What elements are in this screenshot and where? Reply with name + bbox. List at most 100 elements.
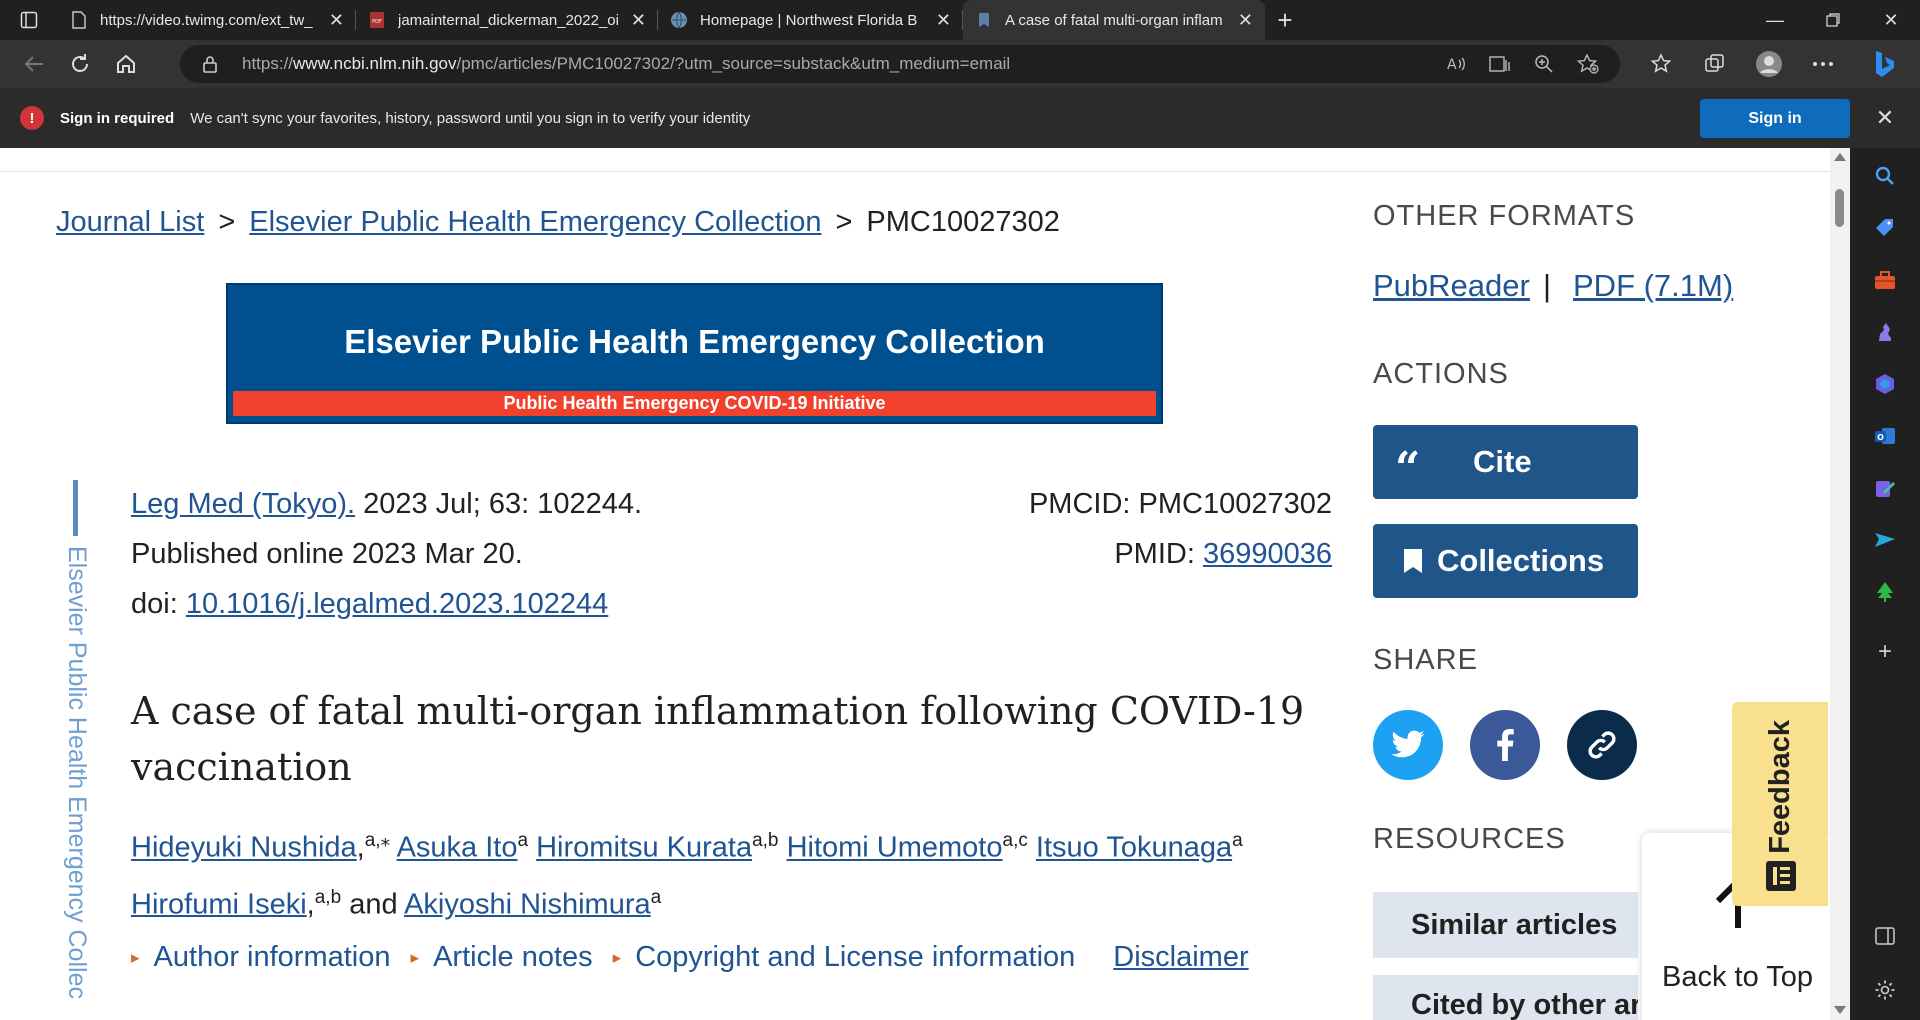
home-button[interactable] bbox=[104, 44, 148, 84]
tab-pdf[interactable]: PDF jamainternal_dickerman_2022_oi ✕ bbox=[356, 0, 658, 40]
sidebar-search-button[interactable] bbox=[1850, 156, 1920, 196]
pdf-link[interactable]: PDF (7.1M) bbox=[1573, 268, 1733, 304]
plus-icon: + bbox=[1277, 4, 1293, 35]
close-icon: ✕ bbox=[1883, 9, 1899, 30]
pubreader-link[interactable]: PubReader bbox=[1373, 268, 1530, 304]
immersive-reader-icon[interactable] bbox=[1478, 54, 1522, 74]
article-tools: ▸ Author information ▸ Article notes ▸ C… bbox=[131, 941, 1249, 974]
collection-side-rule bbox=[73, 480, 78, 536]
gear-icon bbox=[1875, 980, 1895, 1000]
feedback-label: Feedback bbox=[1764, 720, 1796, 854]
share-permalink-button[interactable] bbox=[1567, 710, 1637, 780]
settings-more-icon[interactable] bbox=[1796, 40, 1850, 88]
restore-button[interactable] bbox=[1804, 0, 1862, 40]
sidebar-shopping-button[interactable] bbox=[1850, 208, 1920, 248]
close-window-button[interactable]: ✕ bbox=[1862, 0, 1920, 40]
twitter-bird-icon bbox=[1391, 730, 1425, 758]
author-affiliation-sup: a bbox=[1232, 830, 1243, 851]
bookmark-icon bbox=[975, 11, 993, 29]
author-link[interactable]: Hiromitsu Kurata bbox=[536, 832, 752, 864]
sidebar-games-button[interactable] bbox=[1850, 312, 1920, 352]
author-affiliation-sup: a,c bbox=[1002, 830, 1028, 851]
tab-strip: https://video.twimg.com/ext_tw_ ✕ PDF ja… bbox=[0, 0, 1920, 40]
sign-in-button[interactable]: Sign in bbox=[1700, 99, 1850, 138]
scrollbar-thumb[interactable] bbox=[1835, 189, 1844, 227]
sidebar-split-button[interactable] bbox=[1850, 916, 1920, 956]
toolbox-icon bbox=[1875, 271, 1895, 289]
refresh-button[interactable] bbox=[58, 44, 102, 84]
author-link[interactable]: Hirofumi Iseki bbox=[131, 888, 307, 920]
actions-heading: ACTIONS bbox=[1373, 358, 1509, 390]
author-link[interactable]: Itsuo Tokunaga bbox=[1036, 832, 1232, 864]
scroll-down-icon[interactable] bbox=[1834, 1006, 1846, 1014]
collections-icon[interactable] bbox=[1688, 40, 1742, 88]
feedback-button[interactable]: Feedback bbox=[1732, 702, 1828, 906]
copyright-license-toggle[interactable]: Copyright and License information bbox=[635, 941, 1075, 974]
sidebar-settings-button[interactable] bbox=[1850, 970, 1920, 1010]
profile-avatar-icon[interactable] bbox=[1742, 40, 1796, 88]
author-affiliation-sup: a,⁎ bbox=[364, 830, 391, 851]
window-controls: — ✕ bbox=[1746, 0, 1920, 40]
breadcrumb-journal-list-link[interactable]: Journal List bbox=[56, 206, 204, 238]
tab-active-article[interactable]: A case of fatal multi-organ inflam ✕ bbox=[963, 0, 1265, 40]
read-aloud-icon[interactable]: A bbox=[1434, 54, 1478, 74]
tab-title: Homepage | Northwest Florida B bbox=[700, 11, 918, 29]
breadcrumb-collection-link[interactable]: Elsevier Public Health Emergency Collect… bbox=[249, 206, 821, 238]
close-icon[interactable]: ✕ bbox=[1238, 10, 1253, 31]
close-icon[interactable]: ✕ bbox=[631, 10, 646, 31]
article-notes-toggle[interactable]: Article notes bbox=[433, 941, 593, 974]
zoom-icon[interactable] bbox=[1522, 54, 1566, 74]
lock-icon[interactable] bbox=[202, 55, 224, 73]
office-icon bbox=[1876, 374, 1894, 394]
journal-link[interactable]: Leg Med (Tokyo). bbox=[131, 488, 355, 520]
collections-button[interactable]: Collections bbox=[1373, 524, 1638, 598]
page-scrollbar[interactable] bbox=[1830, 148, 1850, 1020]
infobar-close-button[interactable]: ✕ bbox=[1850, 88, 1920, 148]
tab-actions-button[interactable] bbox=[0, 0, 58, 40]
new-tab-button[interactable]: + bbox=[1265, 0, 1305, 40]
url-text[interactable]: https://www.ncbi.nlm.nih.gov/pmc/article… bbox=[242, 54, 1010, 74]
sidebar-add-button[interactable]: + bbox=[1850, 632, 1920, 672]
bing-copilot-icon[interactable] bbox=[1850, 40, 1920, 88]
sidebar-outlook-button[interactable]: O bbox=[1850, 416, 1920, 456]
sidebar-tools-button[interactable] bbox=[1850, 260, 1920, 300]
address-bar[interactable]: https://www.ncbi.nlm.nih.gov/pmc/article… bbox=[180, 45, 1620, 83]
share-facebook-button[interactable] bbox=[1470, 710, 1540, 780]
add-favorite-icon[interactable] bbox=[1566, 54, 1610, 74]
author-link[interactable]: Hideyuki Nushida bbox=[131, 832, 357, 864]
tab-twimg[interactable]: https://video.twimg.com/ext_tw_ ✕ bbox=[58, 0, 356, 40]
close-icon[interactable]: ✕ bbox=[329, 10, 344, 31]
collection-banner[interactable]: Elsevier Public Health Emergency Collect… bbox=[226, 283, 1163, 424]
sidebar-designer-button[interactable] bbox=[1850, 468, 1920, 508]
sidebar-tree-button[interactable] bbox=[1850, 572, 1920, 612]
sidebar-send-button[interactable] bbox=[1850, 520, 1920, 560]
author-link[interactable]: Hitomi Umemoto bbox=[787, 832, 1003, 864]
doi-link[interactable]: 10.1016/j.legalmed.2023.102244 bbox=[186, 588, 608, 620]
author-information-toggle[interactable]: Author information bbox=[154, 941, 391, 974]
sidebar-microsoft365-button[interactable] bbox=[1850, 364, 1920, 404]
triangle-right-icon: ▸ bbox=[131, 947, 140, 967]
minimize-icon: — bbox=[1766, 9, 1784, 30]
other-formats-heading: OTHER FORMATS bbox=[1373, 200, 1636, 232]
tab-northwest-florida[interactable]: Homepage | Northwest Florida B ✕ bbox=[658, 0, 963, 40]
close-icon: ✕ bbox=[1875, 105, 1895, 130]
similar-articles-toggle[interactable]: Similar articles bbox=[1373, 892, 1638, 958]
collections-label: Collections bbox=[1437, 543, 1605, 578]
triangle-right-icon: ▸ bbox=[612, 947, 622, 967]
author-affiliation-sup: a,b bbox=[752, 830, 779, 851]
web-page: Journal List > Elsevier Public Health Emer… bbox=[0, 148, 1850, 1020]
close-icon[interactable]: ✕ bbox=[936, 10, 951, 31]
favorites-icon[interactable] bbox=[1634, 40, 1688, 88]
cited-by-toggle[interactable]: Cited by other articles bbox=[1373, 975, 1638, 1020]
back-button[interactable] bbox=[12, 44, 56, 84]
author-link[interactable]: Akiyoshi Nishimura bbox=[404, 888, 651, 920]
share-twitter-button[interactable] bbox=[1373, 710, 1443, 780]
disclaimer-link[interactable]: Disclaimer bbox=[1113, 941, 1248, 974]
share-heading: SHARE bbox=[1373, 644, 1478, 676]
author-link[interactable]: Asuka Ito bbox=[397, 832, 518, 864]
cite-button[interactable]: “ Cite bbox=[1373, 425, 1638, 499]
pmid-link[interactable]: 36990036 bbox=[1203, 538, 1332, 570]
minimize-button[interactable]: — bbox=[1746, 0, 1804, 40]
arrow-left-icon bbox=[24, 56, 43, 72]
scroll-up-icon[interactable] bbox=[1834, 153, 1846, 161]
